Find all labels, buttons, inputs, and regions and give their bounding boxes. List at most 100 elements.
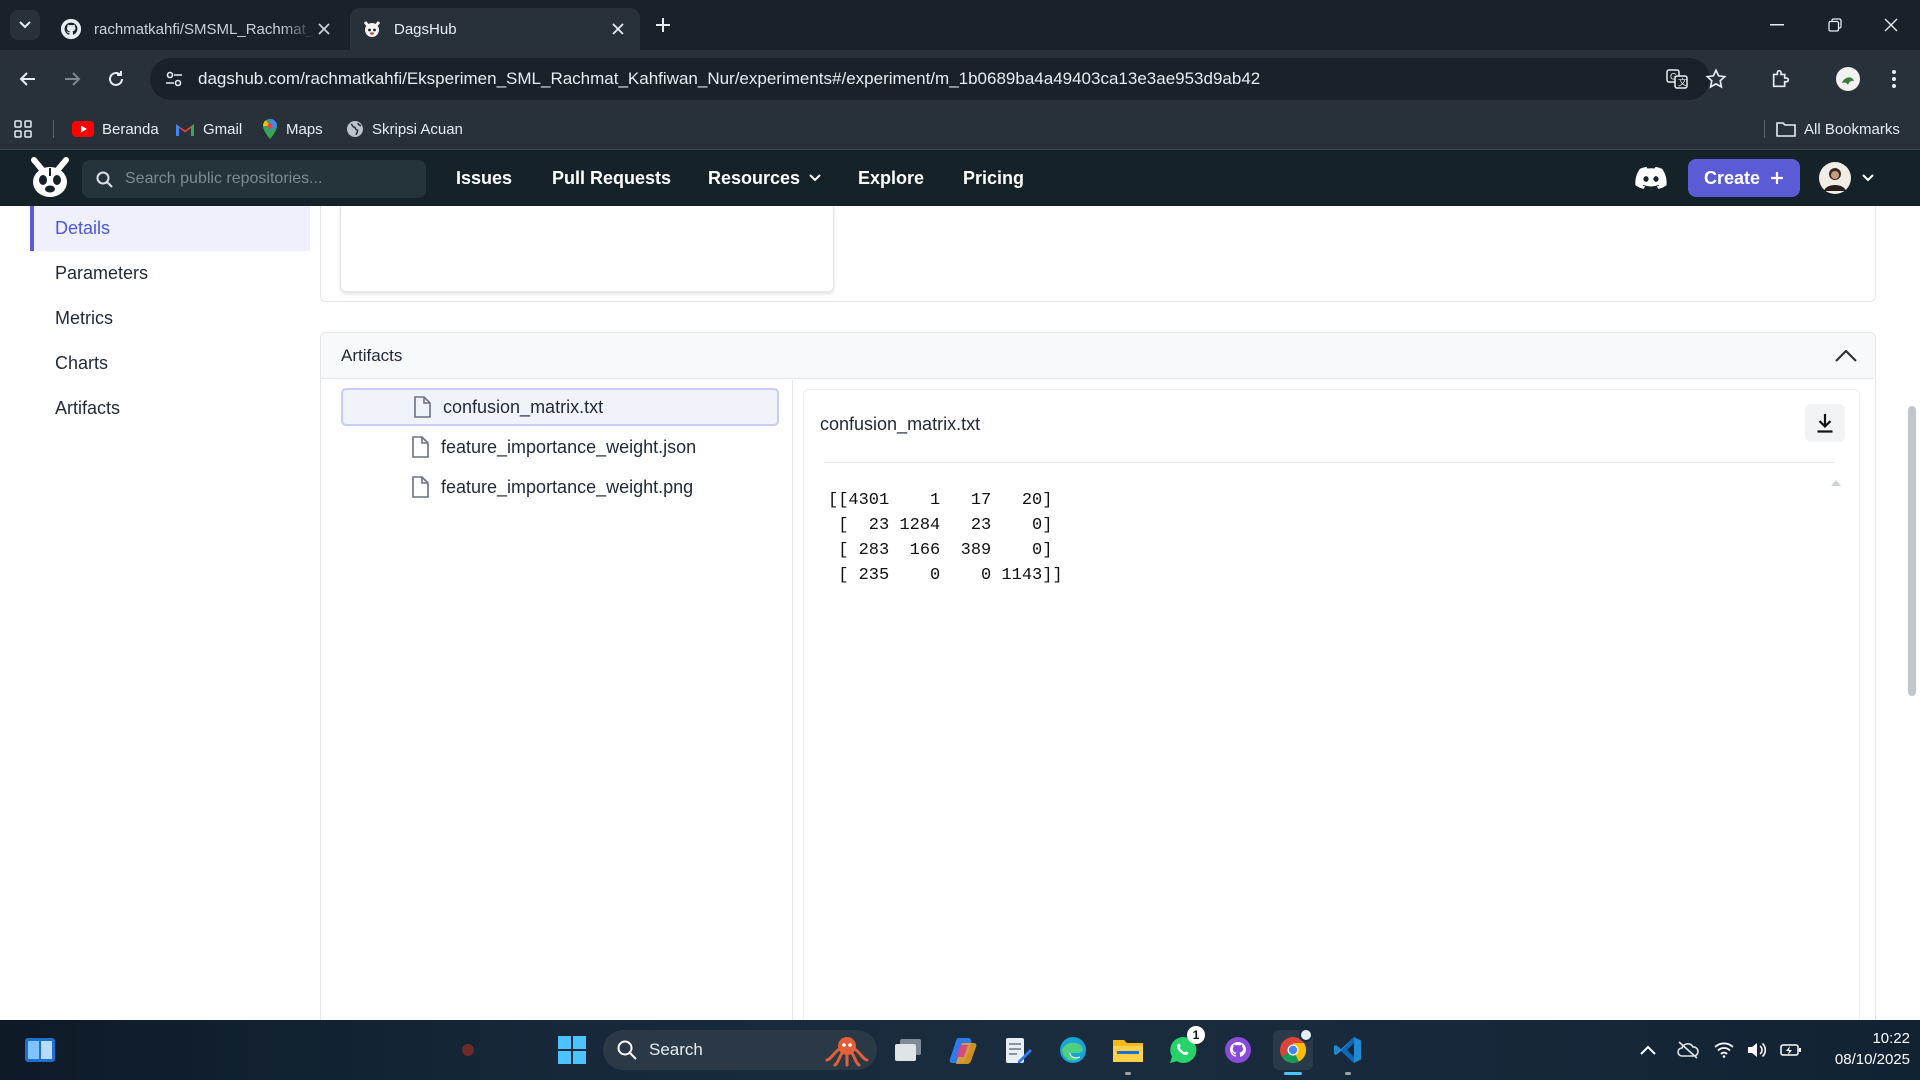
all-bookmarks-button[interactable]: All Bookmarks bbox=[1776, 108, 1900, 150]
extensions-button[interactable] bbox=[1765, 63, 1797, 95]
forward-button[interactable] bbox=[56, 63, 88, 95]
battery-charging-icon bbox=[1779, 1044, 1801, 1056]
bookmark-label: Beranda bbox=[102, 120, 159, 138]
artifacts-header[interactable]: Artifacts bbox=[321, 333, 1875, 379]
search-icon bbox=[96, 171, 113, 188]
profile-button[interactable] bbox=[1832, 63, 1864, 95]
file-icon bbox=[414, 396, 431, 418]
preview-scroll-up-arrow[interactable] bbox=[1831, 480, 1841, 486]
task-view-button[interactable] bbox=[888, 1030, 928, 1070]
sidebar-item-details[interactable]: Details bbox=[30, 206, 310, 251]
nav-explore[interactable]: Explore bbox=[858, 150, 924, 206]
taskbar-vscode[interactable] bbox=[1328, 1030, 1368, 1070]
avatar bbox=[1819, 162, 1851, 194]
download-button[interactable] bbox=[1805, 404, 1845, 442]
taskbar-chrome[interactable] bbox=[1273, 1028, 1313, 1070]
bookmark-beranda[interactable]: Beranda bbox=[72, 108, 159, 150]
tray-overflow-button[interactable] bbox=[1628, 1030, 1668, 1070]
arrow-left-icon bbox=[19, 72, 35, 86]
nav-pricing[interactable]: Pricing bbox=[963, 150, 1024, 206]
bookmark-label: Gmail bbox=[203, 120, 243, 138]
bookmark-label: Maps bbox=[286, 120, 323, 138]
new-tab-button[interactable] bbox=[650, 12, 676, 38]
onedrive-button[interactable] bbox=[1668, 1030, 1708, 1070]
repo-search-box[interactable] bbox=[82, 160, 426, 198]
file-icon bbox=[412, 436, 429, 458]
bookmark-gmail[interactable]: Gmail bbox=[175, 108, 242, 150]
tab-close-button[interactable] bbox=[314, 19, 334, 39]
widgets-icon bbox=[25, 1038, 55, 1062]
nav-pull-requests[interactable]: Pull Requests bbox=[552, 150, 671, 206]
svg-text:文: 文 bbox=[1678, 77, 1687, 88]
tab-search-button[interactable] bbox=[10, 10, 40, 40]
reload-button[interactable] bbox=[100, 63, 132, 95]
plus-icon bbox=[1771, 172, 1784, 184]
sidebar-item-parameters[interactable]: Parameters bbox=[30, 251, 310, 296]
chevron-down-icon bbox=[1862, 174, 1874, 182]
bookmark-star-icon[interactable] bbox=[1705, 68, 1727, 90]
cloud-off-icon bbox=[1677, 1041, 1699, 1059]
bookmark-maps[interactable]: Maps bbox=[262, 108, 323, 150]
bookmark-skripsi-acuan[interactable]: Skripsi Acuan bbox=[346, 108, 463, 150]
translate-icon[interactable]: G文 bbox=[1666, 69, 1688, 89]
chevron-down-icon bbox=[19, 21, 31, 29]
minimize-button[interactable] bbox=[1748, 0, 1806, 50]
minimize-icon bbox=[1770, 24, 1784, 26]
dagshub-logo-icon[interactable] bbox=[28, 156, 72, 200]
taskbar-search[interactable]: Search bbox=[603, 1030, 877, 1070]
copilot-icon bbox=[949, 1038, 977, 1064]
file-item-feature-importance-png[interactable]: feature_importance_weight.png bbox=[341, 468, 779, 506]
taskbar-editor[interactable] bbox=[998, 1030, 1038, 1070]
tab-close-button[interactable] bbox=[608, 19, 628, 39]
site-info-icon[interactable] bbox=[164, 69, 184, 89]
tab-dagshub[interactable]: DagsHub bbox=[350, 8, 640, 50]
taskbar-edge[interactable] bbox=[1053, 1030, 1093, 1070]
page-scrollbar-thumb[interactable] bbox=[1908, 406, 1916, 696]
search-input[interactable] bbox=[125, 170, 415, 188]
address-bar[interactable]: dagshub.com/rachmatkahfi/Eksperimen_SML_… bbox=[150, 58, 1727, 100]
taskbar-file-explorer[interactable] bbox=[1108, 1030, 1148, 1070]
taskbar-copilot[interactable] bbox=[943, 1030, 983, 1070]
url-text: dagshub.com/rachmatkahfi/Eksperimen_SML_… bbox=[198, 69, 1261, 88]
dagshub-icon bbox=[363, 21, 381, 37]
nav-resources[interactable]: Resources bbox=[708, 150, 821, 206]
github-icon bbox=[60, 18, 82, 40]
user-menu-button[interactable] bbox=[1818, 161, 1878, 195]
browser-menu-button[interactable] bbox=[1878, 63, 1910, 95]
details-inner-card bbox=[340, 206, 834, 292]
sidebar-item-artifacts[interactable]: Artifacts bbox=[30, 386, 310, 431]
taskbar-search-label: Search bbox=[649, 1040, 703, 1059]
github-desktop-icon bbox=[1225, 1037, 1251, 1063]
file-item-confusion-matrix[interactable]: confusion_matrix.txt bbox=[341, 388, 779, 426]
back-button[interactable] bbox=[12, 63, 44, 95]
start-button[interactable] bbox=[552, 1030, 592, 1070]
sidebar-item-metrics[interactable]: Metrics bbox=[30, 296, 310, 341]
recording-indicator bbox=[448, 1030, 488, 1070]
task-view-icon bbox=[895, 1039, 921, 1061]
tab-github[interactable]: rachmatkahfi/SMSML_Rachmat_Kahfiwan_Nur bbox=[48, 8, 346, 50]
collapse-button[interactable] bbox=[1833, 343, 1859, 369]
file-item-feature-importance-json[interactable]: feature_importance_weight.json bbox=[341, 428, 779, 466]
discord-icon[interactable] bbox=[1635, 166, 1667, 190]
create-button[interactable]: Create bbox=[1688, 159, 1800, 197]
active-indicator bbox=[1284, 1072, 1302, 1075]
quick-settings-button[interactable] bbox=[1708, 1030, 1808, 1070]
widgets-button[interactable] bbox=[20, 1030, 60, 1070]
restore-button[interactable] bbox=[1806, 0, 1864, 50]
system-clock[interactable]: 10:22 08/10/2025 bbox=[1800, 1028, 1910, 1070]
close-window-button[interactable] bbox=[1862, 0, 1920, 50]
sidebar-item-charts[interactable]: Charts bbox=[30, 341, 310, 386]
close-icon bbox=[1884, 18, 1898, 32]
chevron-down-icon bbox=[809, 174, 821, 182]
taskbar-whatsapp[interactable]: 1 bbox=[1163, 1026, 1205, 1070]
taskbar-github-desktop[interactable] bbox=[1218, 1030, 1258, 1070]
artifacts-panel: Artifacts confusion_matrix.txt feature_i… bbox=[320, 332, 1876, 1040]
chevron-up-icon bbox=[1640, 1045, 1656, 1055]
tab-title: DagsHub bbox=[394, 20, 457, 38]
artifact-file-list: confusion_matrix.txt feature_importance_… bbox=[321, 380, 793, 1040]
notification-badge: 1 bbox=[1187, 1026, 1205, 1044]
volume-icon bbox=[1747, 1042, 1767, 1058]
nav-issues[interactable]: Issues bbox=[456, 150, 512, 206]
browser-tab-strip: rachmatkahfi/SMSML_Rachmat_Kahfiwan_Nur … bbox=[0, 0, 1920, 50]
apps-grid-icon[interactable] bbox=[14, 120, 32, 138]
